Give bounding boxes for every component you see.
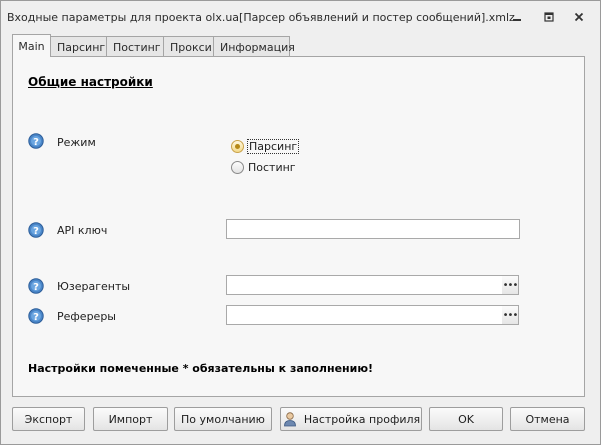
tab-main[interactable]: Main	[12, 34, 51, 57]
mode-radio-posting[interactable]: Постинг	[231, 161, 297, 174]
referers-input[interactable]	[226, 305, 503, 325]
import-button-label: Импорт	[108, 412, 153, 426]
useragents-input[interactable]	[226, 275, 503, 295]
close-button[interactable]	[570, 9, 588, 25]
referers-label: Рефереры	[57, 310, 116, 323]
radio-dot	[231, 140, 244, 153]
required-note: Настройки помеченные * обязательны к зап…	[28, 362, 374, 375]
profile-settings-button-label: Настройка профиля	[303, 412, 421, 426]
tab-information[interactable]: Информация	[213, 36, 295, 57]
referers-browse-button[interactable]: •••	[502, 305, 519, 325]
svg-text:?: ?	[33, 282, 39, 293]
close-icon	[574, 12, 584, 22]
useragents-browse-button[interactable]: •••	[502, 275, 519, 295]
radio-dot	[231, 161, 244, 174]
default-button-label: По умолчанию	[181, 412, 265, 426]
import-button[interactable]: Импорт	[93, 407, 168, 431]
maximize-icon	[544, 12, 554, 22]
cancel-button-label: Отмена	[525, 412, 570, 426]
help-icon[interactable]: ?	[28, 222, 44, 238]
tab-parsing[interactable]: Парсинг	[50, 36, 107, 57]
useragents-label: Юзерагенты	[57, 280, 131, 293]
mode-label: Режим	[57, 136, 96, 149]
help-icon[interactable]: ?	[28, 133, 44, 149]
default-button[interactable]: По умолчанию	[174, 407, 272, 431]
dialog-window: Входные параметры для проекта olx.ua[Пар…	[0, 0, 601, 445]
svg-text:?: ?	[33, 312, 39, 323]
mode-option-posting-label: Постинг	[248, 161, 296, 174]
minimize-button[interactable]	[508, 9, 526, 25]
section-title: Общие настройки	[28, 75, 153, 89]
mode-radio-parsing[interactable]: Парсинг	[231, 139, 300, 154]
tab-proxy[interactable]: Прокси	[163, 36, 214, 57]
svg-text:?: ?	[33, 137, 39, 148]
maximize-button[interactable]	[540, 9, 558, 25]
user-profile-icon	[282, 411, 298, 427]
cancel-button[interactable]: Отмена	[510, 407, 585, 431]
svg-text:?: ?	[33, 226, 39, 237]
mode-option-parsing-label: Парсинг	[247, 139, 300, 154]
help-icon[interactable]: ?	[28, 278, 44, 294]
export-button-label: Экспорт	[24, 412, 73, 426]
window-title: Входные параметры для проекта olx.ua[Пар…	[7, 11, 515, 24]
api-key-label: API ключ	[57, 224, 108, 237]
minimize-icon	[513, 19, 521, 21]
help-icon[interactable]: ?	[28, 308, 44, 324]
ok-button[interactable]: OK	[429, 407, 503, 431]
export-button[interactable]: Экспорт	[12, 407, 85, 431]
tab-posting[interactable]: Постинг	[106, 36, 164, 57]
title-bar: Входные параметры для проекта olx.ua[Пар…	[1, 1, 600, 33]
ok-button-label: OK	[458, 412, 474, 426]
tab-strip: Main Парсинг Постинг Прокси Информация	[12, 34, 295, 57]
profile-settings-button[interactable]: Настройка профиля	[280, 407, 422, 431]
api-key-input[interactable]	[226, 219, 520, 239]
main-tab-panel: Общие настройки ? Режим Парсинг Постинг …	[12, 56, 585, 397]
